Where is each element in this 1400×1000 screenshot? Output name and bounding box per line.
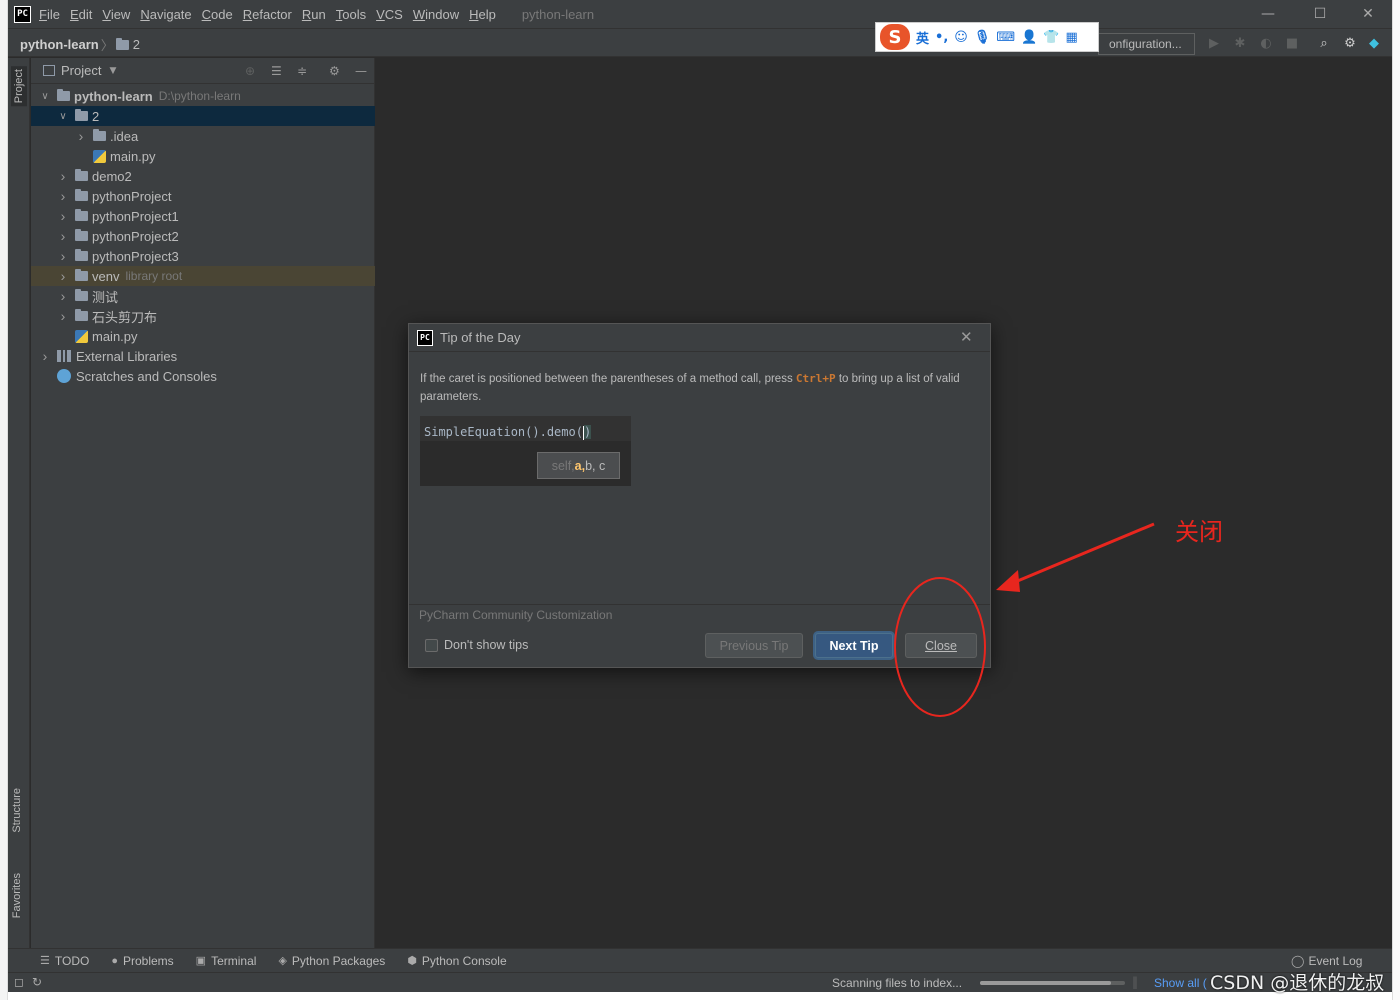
csdn-watermark: CSDN @退休的龙叔 bbox=[1210, 972, 1385, 994]
annotation-circle bbox=[894, 577, 986, 717]
skin-shirt-icon[interactable]: 👕 bbox=[1043, 30, 1059, 45]
user-icon[interactable]: 👤 bbox=[1021, 30, 1037, 45]
grid-menu-icon[interactable]: ▦ bbox=[1065, 30, 1077, 45]
annotation-arrow-line bbox=[1007, 522, 1155, 587]
annotation-arrow-head bbox=[996, 570, 1020, 592]
sogou-logo-icon[interactable]: S bbox=[880, 24, 910, 50]
ime-punctuation-toggle[interactable]: •, bbox=[935, 30, 948, 45]
microphone-icon[interactable]: 🎙 bbox=[974, 30, 991, 45]
background-page-right-edge bbox=[1392, 0, 1400, 1000]
annotation-overlay bbox=[894, 522, 1155, 717]
ime-language-toggle[interactable]: 英 bbox=[916, 28, 929, 47]
ime-toolbar: S 英 •, ☺ 🎙 ⌨ 👤 👕 ▦ bbox=[875, 22, 1099, 52]
keyboard-icon[interactable]: ⌨ bbox=[996, 30, 1015, 45]
emoji-icon[interactable]: ☺ bbox=[954, 30, 968, 45]
annotation-label: 关闭 bbox=[1175, 518, 1223, 546]
pycharm-window: PC File Edit View Navigate Code Refactor Run To… bbox=[8, 0, 1392, 992]
background-page-left-edge bbox=[0, 0, 8, 1000]
